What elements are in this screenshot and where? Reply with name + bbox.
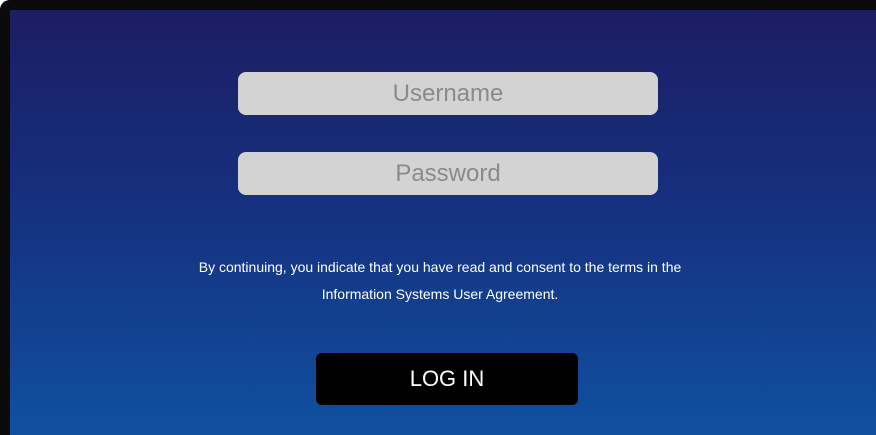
- consent-notice: By continuing, you indicate that you hav…: [70, 254, 810, 308]
- username-field[interactable]: [238, 72, 658, 115]
- login-page: By continuing, you indicate that you hav…: [0, 0, 876, 435]
- login-panel: By continuing, you indicate that you hav…: [0, 0, 876, 435]
- consent-notice-line-2: Information Systems User Agreement.: [321, 286, 559, 302]
- password-field[interactable]: [238, 152, 658, 195]
- login-button[interactable]: LOG IN: [316, 353, 578, 405]
- consent-notice-line-1: By continuing, you indicate that you hav…: [198, 259, 682, 275]
